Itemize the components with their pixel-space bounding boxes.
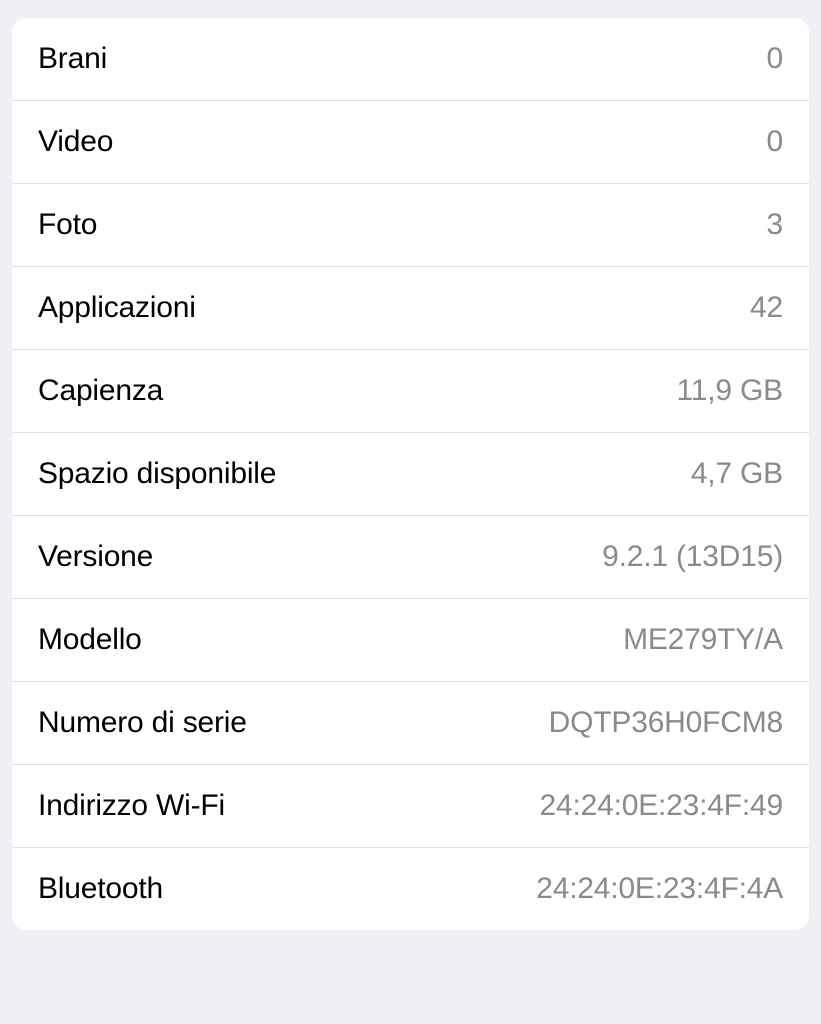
row-value: 3 [767, 208, 784, 242]
row-label: Modello [38, 623, 142, 657]
row-video[interactable]: Video 0 [12, 101, 809, 184]
row-foto[interactable]: Foto 3 [12, 184, 809, 267]
row-value: 11,9 GB [677, 374, 783, 408]
row-label: Foto [38, 208, 97, 242]
row-value: 24:24:0E:23:4F:4A [536, 872, 783, 906]
row-label: Numero di serie [38, 706, 247, 740]
row-spazio-disponibile[interactable]: Spazio disponibile 4,7 GB [12, 433, 809, 516]
row-value: 0 [767, 42, 784, 76]
row-value: ME279TY/A [623, 623, 783, 657]
row-label: Versione [38, 540, 153, 574]
row-value: DQTP36H0FCM8 [549, 706, 783, 740]
row-numero-di-serie[interactable]: Numero di serie DQTP36H0FCM8 [12, 682, 809, 765]
row-label: Capienza [38, 374, 163, 408]
row-bluetooth[interactable]: Bluetooth 24:24:0E:23:4F:4A [12, 848, 809, 930]
row-label: Brani [38, 42, 107, 76]
device-info-panel: Brani 0 Video 0 Foto 3 Applicazioni 42 C… [12, 18, 809, 930]
row-label: Applicazioni [38, 291, 196, 325]
row-label: Video [38, 125, 113, 159]
row-value: 0 [767, 125, 784, 159]
row-value: 9.2.1 (13D15) [602, 540, 783, 574]
row-versione[interactable]: Versione 9.2.1 (13D15) [12, 516, 809, 599]
row-capienza[interactable]: Capienza 11,9 GB [12, 350, 809, 433]
row-label: Bluetooth [38, 872, 163, 906]
row-value: 42 [750, 291, 783, 325]
row-label: Indirizzo Wi-Fi [38, 789, 225, 823]
row-brani[interactable]: Brani 0 [12, 18, 809, 101]
row-modello[interactable]: Modello ME279TY/A [12, 599, 809, 682]
row-label: Spazio disponibile [38, 457, 276, 491]
row-indirizzo-wifi[interactable]: Indirizzo Wi-Fi 24:24:0E:23:4F:49 [12, 765, 809, 848]
row-value: 4,7 GB [691, 457, 783, 491]
row-value: 24:24:0E:23:4F:49 [540, 789, 783, 823]
row-applicazioni[interactable]: Applicazioni 42 [12, 267, 809, 350]
